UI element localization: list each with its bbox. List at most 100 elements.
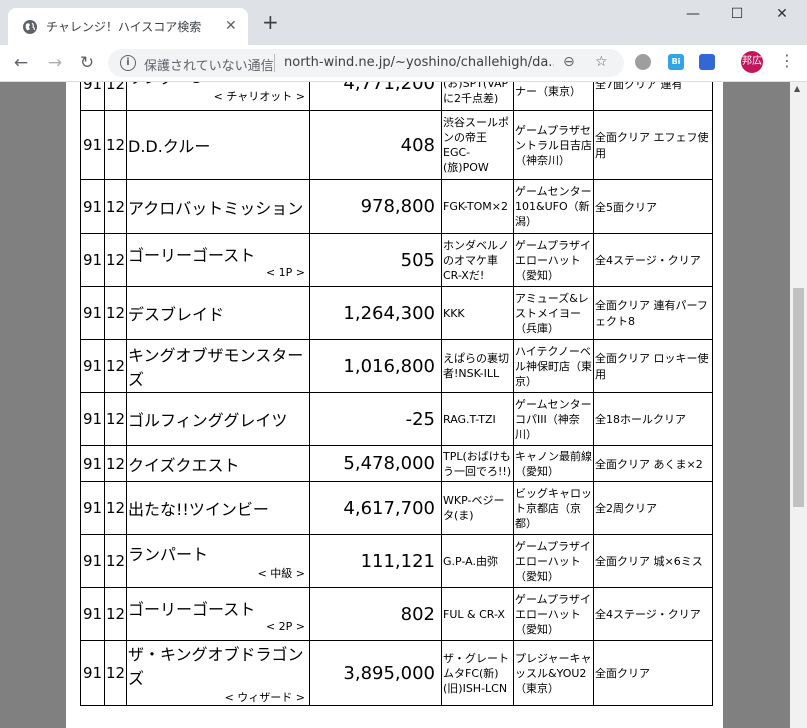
game-cell: ランパート < 中級 > — [126, 534, 310, 588]
globe-icon — [23, 20, 37, 34]
game-cell: ゴーリーゴースト < 1P > — [126, 233, 310, 287]
browser-toolbar: ← → ↻ i 保護されていない通信 north-wind.ne.jp/~yos… — [0, 45, 807, 82]
reload-icon[interactable]: ↻ — [76, 52, 98, 74]
year-cell: 91 — [80, 534, 105, 588]
note-cell: 全4ステージ・クリア — [593, 233, 713, 287]
year-cell: 91 — [80, 640, 105, 706]
game-title: ゴーリーゴースト — [128, 245, 256, 265]
year-cell: 91 — [80, 110, 105, 180]
address-bar[interactable]: i 保護されていない通信 north-wind.ne.jp/~yoshino/c… — [108, 49, 624, 77]
info-icon[interactable]: i — [120, 55, 136, 71]
place-cell: アミューズ&レストメイヨー（兵庫） — [513, 286, 594, 340]
note-cell: 全面クリア 城×6ミス — [593, 534, 713, 588]
game-cell: デスブレイド — [126, 286, 310, 340]
player-cell: TPL(おばけもう一回でろ!!) — [441, 445, 514, 482]
place-cell: ゲームプラザイエローハット（愛知） — [513, 233, 594, 287]
table-row: 91 12 出たな!!ツインビー 4,617,700 WKP-ベジータ(ま) ビッグキャロ… — [80, 481, 713, 535]
place-cell: ゲームセンター101&UFO（新潟） — [513, 179, 594, 234]
page-viewport: 9112ワンダー3< チャリオット >4,771,200HST-(お)SPT(V… — [0, 82, 790, 728]
game-cell: キングオブザモンスターズ — [126, 339, 310, 393]
place-cell: キャノン最前線（愛知） — [513, 445, 594, 482]
minimize-icon[interactable]: — — [683, 4, 703, 24]
game-cell: 出たな!!ツインビー — [126, 481, 310, 535]
scroll-thumb[interactable] — [793, 288, 804, 507]
game-title: クイズクエスト — [128, 455, 240, 475]
url-text[interactable]: north-wind.ne.jp/~yoshino/challehigh/da.… — [284, 55, 554, 70]
player-cell: ホンダベルノのオマケ車CR-Xだ! — [441, 233, 514, 287]
table-row: 91 12 ゴルフィンググレイツ -25 RAG.T-TZI ゲームセンターコパIII（神… — [80, 392, 713, 446]
score-cell: 4,617,700 — [309, 481, 442, 535]
table-row: 91 12 D.D.クルー 408 渋谷スールポンの帝王EGC-(旅)POW ゲームプラザ… — [80, 110, 713, 180]
browser-tab[interactable]: チャレンジ！ハイスコア検索 ✕ — [8, 8, 248, 45]
game-subtitle: < チャリオット > — [213, 89, 305, 103]
month-cell: 12 — [104, 534, 127, 588]
table-row: 91 12 ザ・キングオブドラゴンズ < ウィザード > 3,895,000 ザ・グレート… — [80, 640, 713, 706]
menu-icon[interactable]: ⋮ — [777, 51, 797, 70]
note-cell: 全2周クリア — [593, 481, 713, 535]
player-cell: FUL & CR-X — [441, 587, 514, 641]
security-status: 保護されていない通信 — [144, 59, 274, 74]
place-cell: ビッグキャロット京都店（京都） — [513, 481, 594, 535]
game-cell: ゴーリーゴースト < 2P > — [126, 587, 310, 641]
note-cell: 全面クリア — [593, 640, 713, 706]
game-subtitle: < ウィザード > — [224, 691, 305, 704]
year-cell: 91 — [80, 392, 105, 446]
month-cell: 12 — [104, 445, 127, 482]
forward-icon[interactable]: → — [44, 52, 66, 74]
tab-title: チャレンジ！ハイスコア検索 — [46, 20, 202, 34]
score-cell: 5,478,000 — [309, 445, 442, 482]
extension-chat-icon[interactable] — [635, 54, 651, 70]
zoom-icon[interactable]: ⊖ — [563, 54, 575, 70]
highscore-table: 9112ワンダー3< チャリオット >4,771,200HST-(お)SPT(V… — [80, 82, 713, 706]
back-icon[interactable]: ← — [10, 52, 32, 74]
place-cell: ハイテクノーベル神保町店（東京） — [513, 339, 594, 393]
new-tab-button[interactable]: + — [262, 12, 279, 32]
game-subtitle: < 1P > — [265, 265, 305, 279]
game-title: D.D.クルー — [128, 137, 211, 156]
scroll-up-icon[interactable]: ▲ — [794, 84, 800, 93]
month-cell: 12 — [104, 587, 127, 641]
player-cell: 渋谷スールポンの帝王EGC-(旅)POW — [441, 110, 514, 180]
game-cell: ワンダー3 < チャリオット > — [126, 82, 310, 111]
scrollbar[interactable]: ▲ — [790, 82, 807, 728]
extension-message-icon[interactable] — [699, 54, 715, 70]
month-cell: 12 — [104, 286, 127, 340]
table-row: 91 12 ゴーリーゴースト < 1P > 505 ホンダベルノのオマケ車CR-Xだ! ゲー… — [80, 233, 713, 287]
player-cell: FGK-TOM×2 — [441, 179, 514, 234]
year-cell: 91 — [80, 481, 105, 535]
close-icon[interactable]: ✕ — [225, 18, 237, 34]
game-title: ランパート — [128, 545, 209, 564]
note-cell: 全5面クリア — [593, 179, 713, 234]
month-cell: 12 — [104, 640, 127, 706]
game-cell: クイズクエスト — [126, 445, 310, 482]
page-body: 9112ワンダー3< チャリオット >4,771,200HST-(お)SPT(V… — [66, 82, 723, 728]
table-row: 91 12 アクロバットミッション 978,800 FGK-TOM×2 ゲームセンター10… — [80, 179, 713, 234]
place-cell: 荏原ゲームコーナー（東京） — [513, 82, 594, 111]
game-subtitle: < 中級 > — [257, 567, 305, 580]
game-title: ザ・キングオブドラゴンズ — [128, 645, 304, 688]
note-cell: 全面クリア エフェフ使用 — [593, 110, 713, 180]
score-cell: 111,121 — [309, 534, 442, 588]
divider — [274, 54, 275, 72]
game-cell: D.D.クルー — [126, 110, 310, 180]
year-cell: 91 — [80, 339, 105, 393]
note-cell: 全4ステージ・クリア — [593, 587, 713, 641]
table-row: 91 12 ランパート < 中級 > 111,121 G.P-A.由弥 ゲームプラザイエロー… — [80, 534, 713, 588]
avatar[interactable]: 邦広 — [741, 51, 763, 73]
note-cell: 全面クリア あくま×2 — [593, 445, 713, 482]
extension-bi-icon[interactable]: Bi — [668, 54, 684, 70]
player-cell: G.P-A.由弥 — [441, 534, 514, 588]
score-cell: 4,771,200 — [309, 82, 442, 111]
game-title: 出たな!!ツインビー — [128, 500, 269, 519]
window-close-icon[interactable]: ✕ — [772, 4, 792, 24]
score-cell: 3,895,000 — [309, 640, 442, 706]
score-cell: 802 — [309, 587, 442, 641]
place-cell: ゲームプラザセントラル日吉店（神奈川） — [513, 110, 594, 180]
place-cell: ゲームプラザイエローハット（愛知） — [513, 587, 594, 641]
player-cell: RAG.T-TZI — [441, 392, 514, 446]
note-cell: 全面クリア ロッキー使用 — [593, 339, 713, 393]
bookmark-star-icon[interactable]: ☆ — [595, 54, 608, 70]
month-cell: 12 — [104, 179, 127, 234]
maximize-icon[interactable]: ☐ — [727, 4, 747, 24]
score-cell: -25 — [309, 392, 442, 446]
